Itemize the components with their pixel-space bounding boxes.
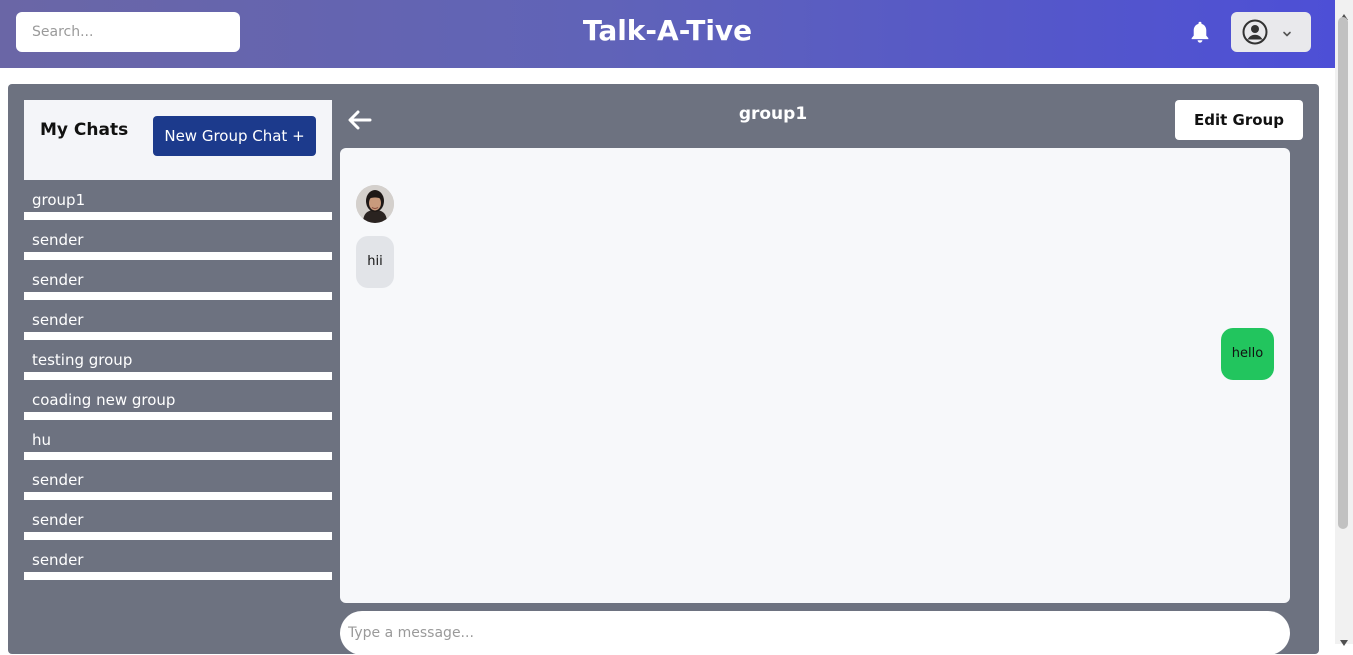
scroll-down-arrow-icon[interactable]: [1340, 631, 1348, 650]
top-header: Talk-A-Tive: [0, 0, 1335, 68]
profile-menu-button[interactable]: [1231, 12, 1311, 52]
my-chats-header: My Chats New Group Chat +: [24, 100, 332, 180]
chat-list-item[interactable]: sender: [24, 500, 332, 540]
chat-list-item[interactable]: group1: [24, 180, 332, 220]
scroll-thumb[interactable]: [1338, 17, 1348, 529]
chat-list-item[interactable]: coading new group: [24, 380, 332, 420]
chat-list-item[interactable]: sender: [24, 460, 332, 500]
chat-list-item[interactable]: hu: [24, 420, 332, 460]
message-area: hii hello: [340, 148, 1290, 603]
chat-list: group1 sender sender sender testing grou…: [24, 180, 332, 580]
chat-list-item[interactable]: sender: [24, 260, 332, 300]
chat-list-item[interactable]: sender: [24, 300, 332, 340]
incoming-message-bubble: hii: [356, 236, 394, 288]
chat-list-item[interactable]: sender: [24, 540, 332, 580]
outgoing-message-bubble: hello: [1221, 328, 1274, 380]
chevron-down-icon: [1281, 25, 1293, 44]
main-panel: My Chats New Group Chat + group1 sender …: [8, 84, 1319, 655]
page-scrollbar[interactable]: [1335, 0, 1353, 646]
new-group-chat-button[interactable]: New Group Chat +: [153, 116, 316, 156]
chat-list-item[interactable]: sender: [24, 220, 332, 260]
edit-group-info-button[interactable]: Edit Group Info: [1175, 100, 1303, 169]
chat-title: group1: [738, 104, 808, 124]
bell-icon[interactable]: [1187, 19, 1213, 45]
chat-list-item[interactable]: testing group: [24, 340, 332, 380]
user-circle-icon: [1242, 19, 1268, 49]
app-title: Talk-A-Tive: [582, 14, 753, 47]
message-input[interactable]: [340, 611, 1290, 655]
my-chats-title: My Chats: [40, 120, 129, 140]
sender-avatar[interactable]: [356, 185, 394, 223]
